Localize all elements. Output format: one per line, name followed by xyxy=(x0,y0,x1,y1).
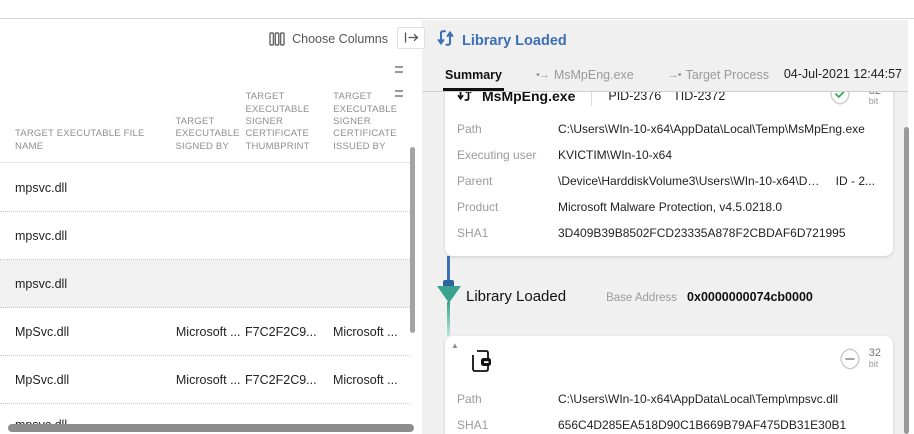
event-row: Library Loaded Base Address 0x0000000074… xyxy=(466,288,813,305)
cell-thumbprint: F7C2F2C9... xyxy=(245,372,317,387)
flow-line xyxy=(447,256,450,282)
tab-source-process[interactable]: •→ MsMpEng.exe xyxy=(534,68,636,91)
field-label: Path xyxy=(457,392,482,406)
field-value: 656C4D285EA518D90C1B669B79AF475DB31E30B1 xyxy=(558,418,847,432)
event-name: Library Loaded xyxy=(466,288,567,305)
dot-arrow-icon: •→ xyxy=(535,69,550,81)
process-ids: PID-2376 TID-2372 xyxy=(608,92,725,103)
column-header-cert-issued-by[interactable]: TARGET EXECUTABLE SIGNER CERTIFICATE ISS… xyxy=(333,91,410,162)
column-header-file-name[interactable]: TARGET EXECUTABLE FILE NAME xyxy=(15,128,175,162)
field-value: \Device\HarddiskVolume3\Users\WIn-10-x64… xyxy=(558,174,826,188)
cell-signed-by: Microsoft ... xyxy=(175,372,241,387)
event-timestamp: 04-Jul-2021 12:44:57 xyxy=(783,67,902,81)
bit-value: 32 xyxy=(868,347,881,359)
divider xyxy=(591,92,593,106)
tab-label: Target Process xyxy=(685,68,769,82)
field-value: Microsoft Malware Protection, v4.5.0218.… xyxy=(558,200,783,214)
field-value: 3D409B39B8502FCD23335A878F2CBDAF6D721995 xyxy=(558,226,846,240)
cell-thumbprint: F7C2F2C9... xyxy=(245,324,317,339)
cell-signed-by: Microsoft ... xyxy=(175,324,241,339)
top-strip xyxy=(0,0,914,19)
table-row-selected[interactable]: mpsvc.dll xyxy=(0,260,410,308)
base-address-label: Base Address xyxy=(606,292,678,304)
field-value: C:\Users\WIn-10-x64\AppData\Local\Temp\m… xyxy=(558,392,839,406)
event-analysis-screen: Choose Columns TARGET EXECUTABLE FILE NA… xyxy=(0,0,914,434)
cell-file-name: mpsvc.dll xyxy=(15,180,68,195)
cell-file-name: mpsvc.dll xyxy=(15,228,68,243)
event-detail-title: Library Loaded xyxy=(462,32,567,49)
field-label: SHA1 xyxy=(457,418,489,432)
process-card-header: MsMpEng.exe PID-2376 TID-2372 3 xyxy=(457,92,881,116)
detail-vertical-scrollbar[interactable] xyxy=(904,127,909,434)
table-row[interactable]: mpsvc.dll xyxy=(0,212,410,260)
event-detail-panel: Library Loaded Summary •→ MsMpEng.exe →•… xyxy=(422,20,914,434)
cell-issued-by: Microsoft ... xyxy=(332,372,398,387)
cell-file-name: mpsvc.dll xyxy=(15,276,68,291)
bitness-badge: 32 bit xyxy=(869,92,881,106)
table-row[interactable]: MpSvc.dll Microsoft ... F7C2F2C9... Micr… xyxy=(0,308,410,356)
library-card-header: 32 bit xyxy=(457,344,881,386)
field-label: SHA1 xyxy=(457,226,489,240)
field-extra-id: ID - 2... xyxy=(835,174,875,188)
detail-scroll-area[interactable]: MsMpEng.exe PID-2376 TID-2372 3 xyxy=(422,92,914,434)
bit-label: bit xyxy=(868,358,879,369)
column-header-signed-by[interactable]: TARGET EXECUTABLE SIGNED BY xyxy=(175,116,245,162)
process-name: MsMpEng.exe xyxy=(482,92,576,104)
field-label: Path xyxy=(457,122,482,136)
bitness-badge: 32 bit xyxy=(868,347,881,369)
events-table-panel: Choose Columns TARGET EXECUTABLE FILE NA… xyxy=(0,20,422,434)
event-detail-header: Library Loaded xyxy=(437,29,567,52)
table-body: mpsvc.dll mpsvc.dll mpsvc.dll MpSvc.dll … xyxy=(0,164,410,434)
table-row[interactable]: MpSvc.dll Microsoft ... F7C2F2C9... Micr… xyxy=(0,356,410,404)
process-tid: TID-2372 xyxy=(673,92,726,103)
clipped-column-header xyxy=(395,66,404,97)
field-value: KVICTIM\WIn-10-x64 xyxy=(558,148,673,162)
collapse-triangle-icon[interactable]: ▲ xyxy=(451,341,459,350)
tab-target-process[interactable]: →• Target Process xyxy=(666,68,771,91)
signed-verified-badge xyxy=(829,92,851,110)
process-card: MsMpEng.exe PID-2376 TID-2372 3 xyxy=(445,92,893,256)
arrow-dot-icon: →• xyxy=(667,69,682,81)
field-row: Path C:\Users\WIn-10-x64\AppData\Local\T… xyxy=(457,386,881,412)
event-flow-connector: Library Loaded Base Address 0x0000000074… xyxy=(422,256,914,336)
field-row: Path C:\Users\WIn-10-x64\AppData\Local\T… xyxy=(457,116,881,142)
library-loaded-icon xyxy=(437,29,454,52)
cell-file-name: MpSvc.dll xyxy=(15,372,70,387)
flow-tail xyxy=(447,302,450,336)
field-row: Product Microsoft Malware Protection, v4… xyxy=(457,194,881,220)
choose-columns-button[interactable]: Choose Columns xyxy=(269,32,388,46)
library-card: ▲ 32 bit Path C:\Users\WIn-10-x64\AppDat… xyxy=(445,336,893,434)
arrow-from-bar-icon xyxy=(404,31,419,46)
library-file-icon xyxy=(469,348,493,379)
field-row: Parent \Device\HarddiskVolume3\Users\WIn… xyxy=(457,168,881,194)
field-label: Product xyxy=(457,200,499,214)
field-label: Parent xyxy=(457,174,493,188)
library-loaded-icon xyxy=(457,92,472,107)
field-value: C:\Users\WIn-10-x64\AppData\Local\Temp\M… xyxy=(558,122,865,136)
field-label: Executing user xyxy=(457,148,537,162)
column-header-cert-thumbprint[interactable]: TARGET EXECUTABLE SIGNER CERTIFICATE THU… xyxy=(245,91,333,162)
process-pid: PID-2376 xyxy=(608,92,662,103)
tab-label: MsMpEng.exe xyxy=(553,68,634,82)
tab-summary[interactable]: Summary xyxy=(443,68,504,91)
field-row: SHA1 3D409B39B8502FCD23335A878F2CBDAF6D7… xyxy=(457,220,881,246)
flow-arrowhead-icon xyxy=(437,286,461,303)
cell-file-name: MpSvc.dll xyxy=(15,324,70,339)
cell-issued-by: Microsoft ... xyxy=(332,324,398,339)
field-row: Executing user KVICTIM\WIn-10-x64 xyxy=(457,142,881,168)
table-vertical-scrollbar[interactable] xyxy=(410,147,415,333)
table-row[interactable]: mpsvc.dll xyxy=(0,164,410,212)
choose-columns-label: Choose Columns xyxy=(292,32,388,46)
collapse-panel-button[interactable] xyxy=(397,27,425,49)
columns-icon xyxy=(269,32,285,46)
table-header-row: TARGET EXECUTABLE FILE NAME TARGET EXECU… xyxy=(0,60,410,163)
field-row: SHA1 656C4D285EA518D90C1B669B79AF475DB31… xyxy=(457,412,881,434)
table-horizontal-scrollbar[interactable] xyxy=(8,424,414,432)
bit-label: bit xyxy=(868,96,879,107)
tab-label: Summary xyxy=(445,68,502,82)
unsigned-badge xyxy=(839,348,861,375)
base-address-value: 0x0000000074cb0000 xyxy=(687,290,813,304)
